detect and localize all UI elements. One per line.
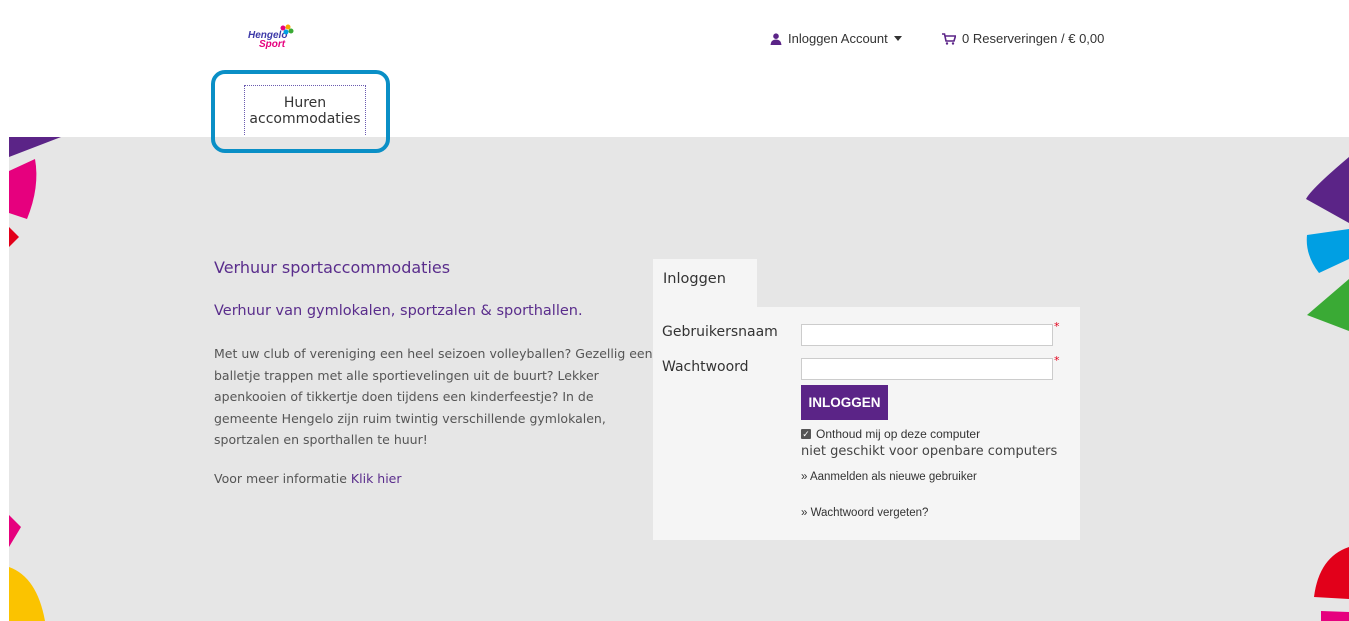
account-menu[interactable]: Inloggen Account <box>770 31 902 46</box>
password-label: Wachtwoord <box>662 359 749 375</box>
remember-me-label: Onthoud mij op deze computer <box>816 427 981 441</box>
site-header: Hengelo Sport Inloggen Account 0 Reserve… <box>0 0 1349 137</box>
user-icon <box>770 32 782 45</box>
cart-link[interactable]: 0 Reserveringen / € 0,00 <box>942 31 1104 46</box>
page-subtitle: Verhuur van gymlokalen, sportzalen & spo… <box>214 303 583 319</box>
tab-inloggen[interactable]: Inloggen <box>653 259 757 307</box>
tab-huren-label: Huren accommodaties <box>249 94 361 127</box>
caret-down-icon <box>893 36 902 41</box>
username-required-marker: * <box>1054 320 1060 333</box>
remember-me[interactable]: ✓ Onthoud mij op deze computer <box>801 427 980 441</box>
account-menu-label: Inloggen Account <box>788 31 888 46</box>
more-info-line: Voor meer informatie Klik hier <box>214 471 402 486</box>
cart-label: 0 Reserveringen / € 0,00 <box>962 31 1105 46</box>
tab-huren-accommodaties[interactable]: Huren accommodaties <box>244 85 366 135</box>
login-button[interactable]: INLOGGEN <box>801 385 888 420</box>
not-public-note: niet geschikt voor openbare computers <box>801 444 1058 459</box>
tab-inloggen-label: Inloggen <box>663 271 726 287</box>
cart-icon <box>942 32 956 45</box>
main-content: Verhuur sportaccommodaties Verhuur van g… <box>9 137 1349 621</box>
password-input[interactable] <box>801 358 1053 380</box>
checkbox-checked-icon[interactable]: ✓ <box>801 429 811 439</box>
more-info-link[interactable]: Klik hier <box>351 471 402 486</box>
forgot-password-link[interactable]: » Wachtwoord vergeten? <box>801 507 928 519</box>
logo-mark-icon <box>280 24 294 35</box>
page-title: Verhuur sportaccommodaties <box>214 258 451 277</box>
left-page-edge <box>0 0 9 621</box>
username-input[interactable] <box>801 324 1053 346</box>
password-required-marker: * <box>1054 354 1060 367</box>
username-label: Gebruikersnaam <box>662 324 778 340</box>
logo-text-sport: Sport <box>259 39 286 50</box>
register-link[interactable]: » Aanmelden als nieuwe gebruiker <box>801 471 977 483</box>
hengelo-sport-logo[interactable]: Hengelo Sport <box>248 24 318 50</box>
intro-paragraph: Met uw club of vereniging een heel seizo… <box>214 346 653 447</box>
more-info-text: Voor meer informatie <box>214 471 347 486</box>
login-panel: Gebruikersnaam * Wachtwoord * INLOGGEN ✓… <box>653 307 1080 540</box>
